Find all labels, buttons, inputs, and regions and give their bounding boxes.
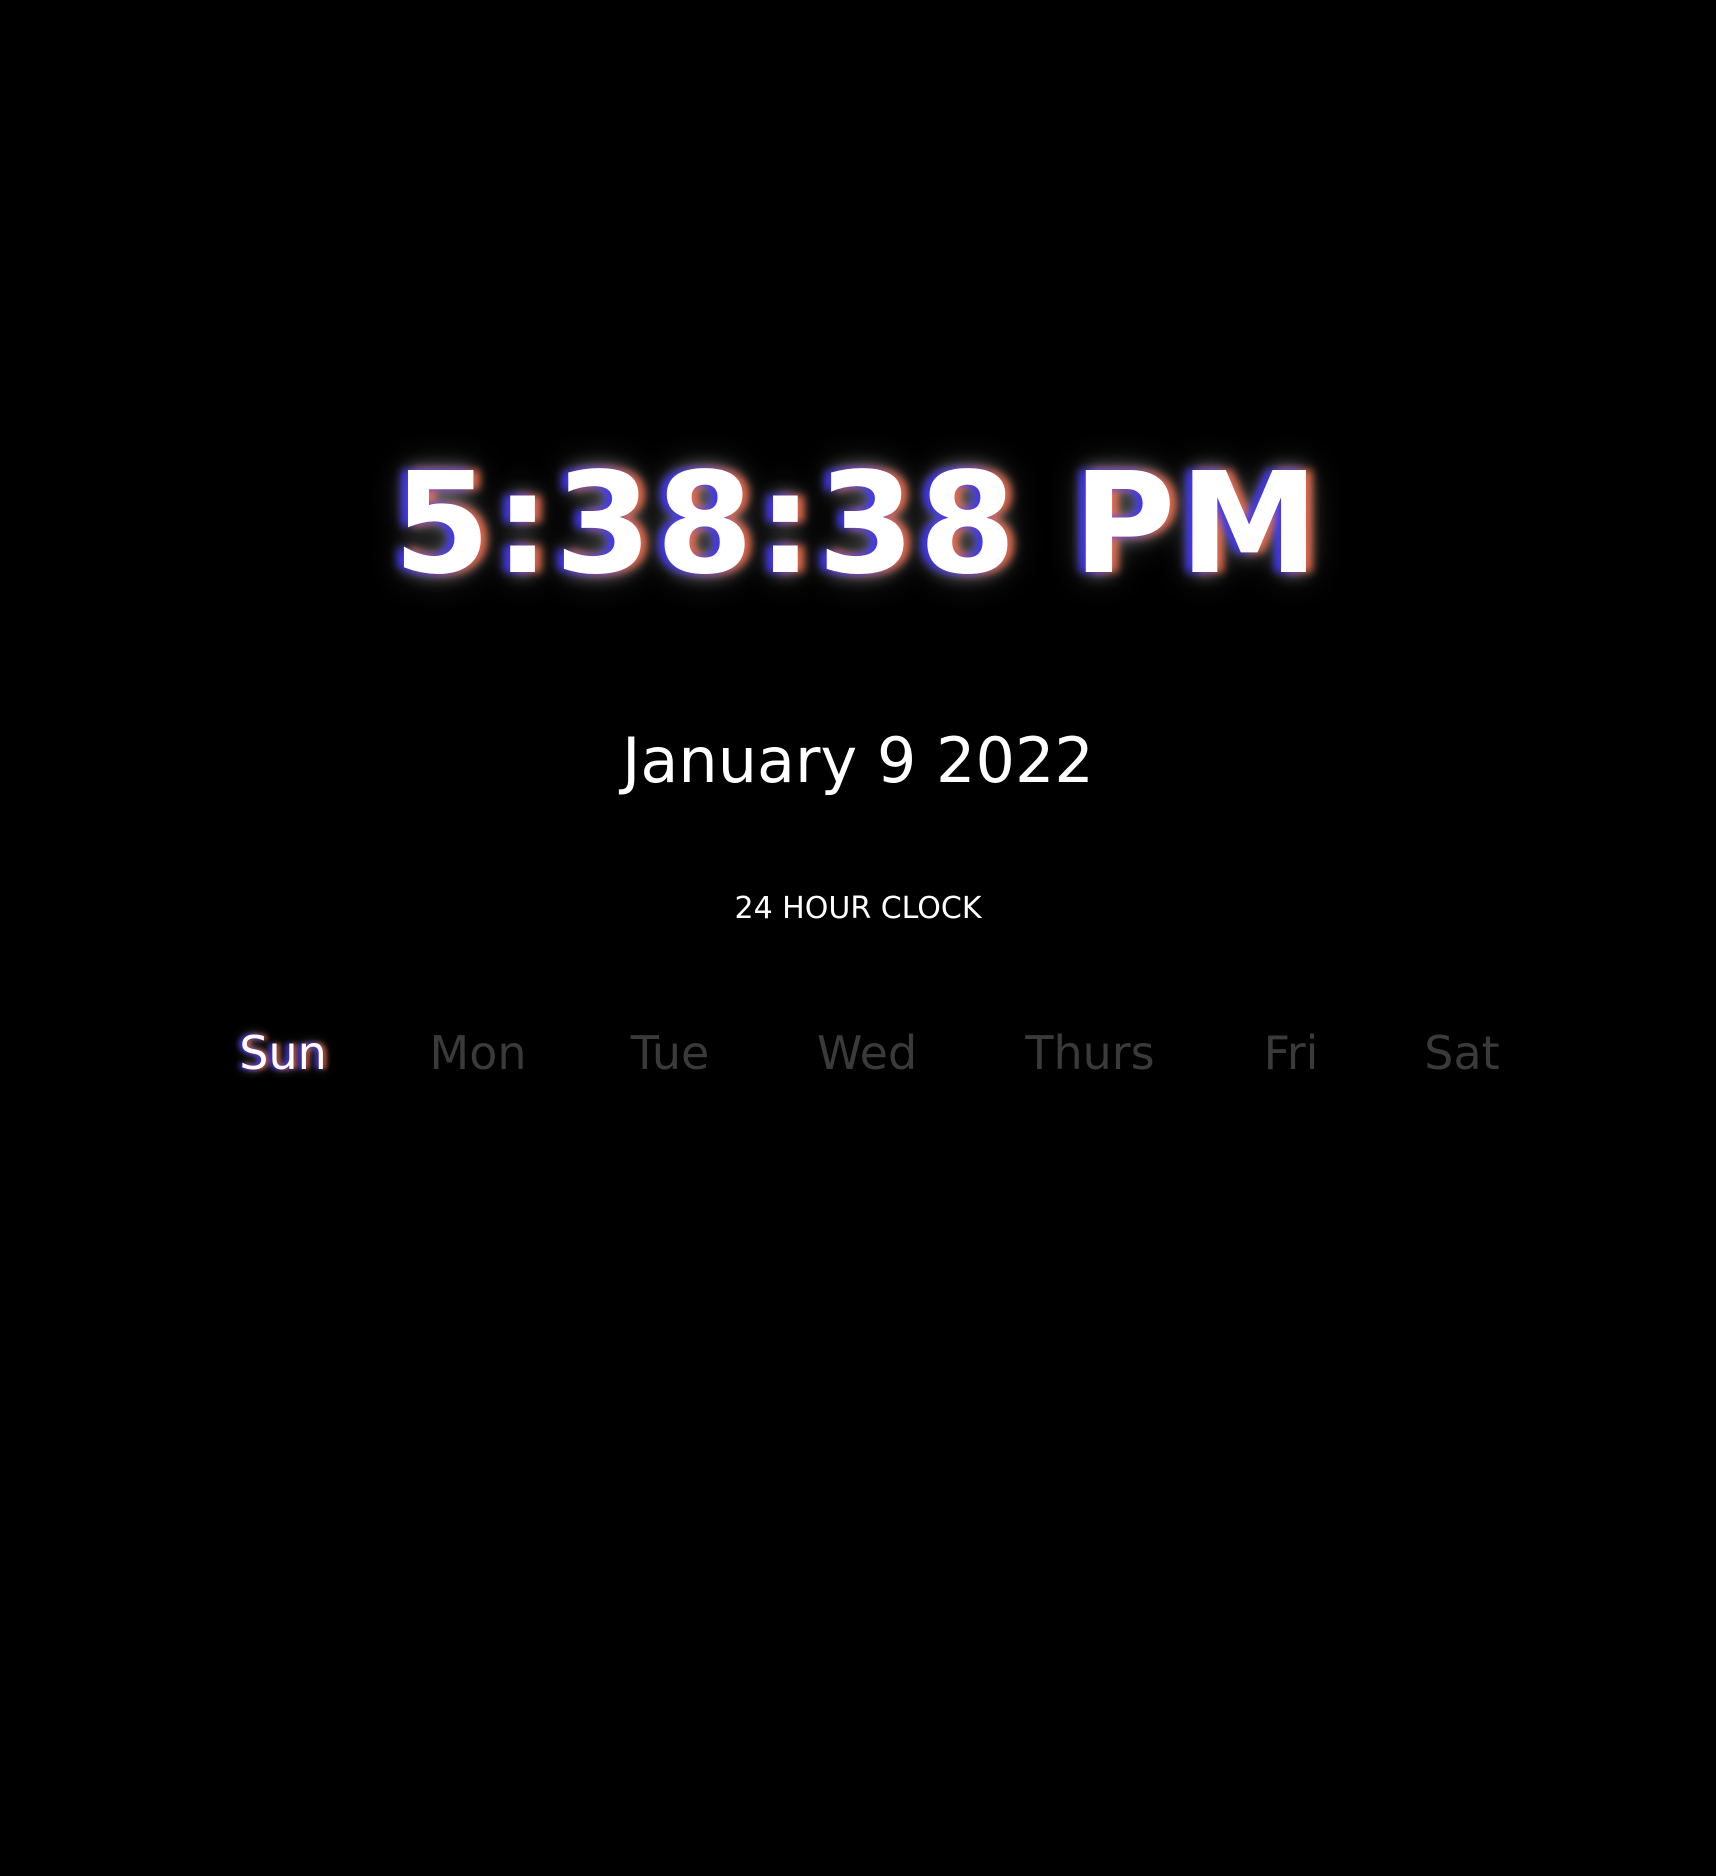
- weekday-thurs: Thurs: [1025, 1026, 1155, 1080]
- weekday-bar: Sun Mon Tue Wed Thurs Fri Sat: [0, 1030, 1716, 1090]
- weekday-mon: Mon: [429, 1026, 527, 1080]
- clock-date-display: January 9 2022: [622, 724, 1094, 797]
- 24-hour-clock-toggle[interactable]: 24 HOUR CLOCK: [726, 890, 989, 928]
- clock-time-display: 5:38:38 PM: [393, 443, 1323, 606]
- weekday-tue: Tue: [630, 1026, 710, 1080]
- weekday-wed: Wed: [816, 1026, 918, 1080]
- weekday-fri: Fri: [1263, 1026, 1319, 1080]
- weekday-sun: Sun: [239, 1026, 327, 1080]
- weekday-sat: Sat: [1424, 1026, 1500, 1080]
